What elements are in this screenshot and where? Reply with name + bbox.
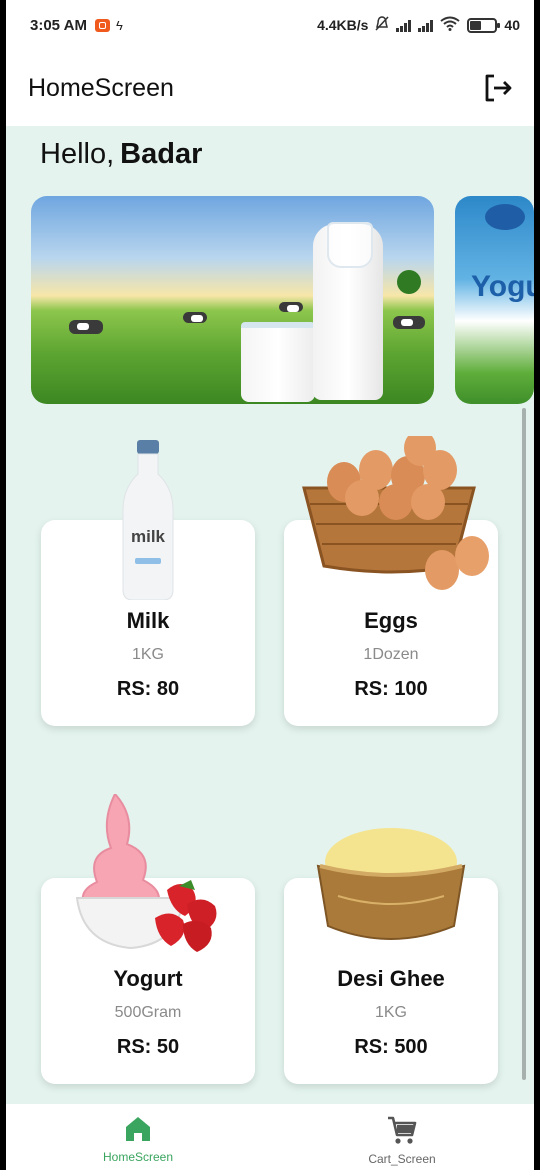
yogurt-banner-text: Yogu: [471, 270, 534, 303]
bottom-nav: HomeScreen Cart_Screen: [6, 1104, 534, 1170]
cow-image: [69, 320, 103, 334]
battery-icon: [467, 17, 501, 33]
yogurt-banner[interactable]: Yogu: [455, 196, 534, 404]
nav-home[interactable]: HomeScreen: [6, 1104, 270, 1170]
product-unit: 1KG: [374, 1004, 407, 1021]
product-name: Eggs: [364, 608, 418, 633]
logout-icon: [485, 74, 512, 102]
greeting-prefix: Hello,: [40, 138, 115, 170]
nav-cart[interactable]: Cart_Screen: [270, 1104, 534, 1170]
product-unit: 500Gram: [114, 1004, 182, 1021]
product-price: RS: 50: [116, 1036, 180, 1058]
status-indicators: 4.4KB/s 40: [317, 16, 520, 34]
product-card-desi-ghee[interactable]: Desi Ghee 1KG RS: 500: [284, 828, 498, 1084]
cow-image: [393, 316, 425, 329]
product-name: Milk: [126, 608, 170, 633]
product-price: RS: 500: [354, 1036, 428, 1058]
status-bar: 3:05 AM ϟ 4.4KB/s 40: [6, 0, 534, 50]
milk-glass-image: [241, 322, 315, 402]
product-card-milk[interactable]: milk Milk 1KG RS: 80: [41, 440, 255, 726]
status-time: 3:05 AM: [30, 16, 87, 34]
page-title: HomeScreen: [28, 73, 174, 102]
product-card-eggs[interactable]: Eggs 1Dozen RS: 100: [284, 436, 498, 726]
signal-icon-2: [418, 19, 434, 32]
scrollbar[interactable]: [522, 408, 526, 1080]
battery-percent: 40: [504, 17, 520, 33]
product-unit: 1KG: [131, 646, 164, 663]
svg-text:milk: milk: [131, 527, 166, 546]
screen-record-icon: [94, 18, 110, 32]
milk-jug-image: [313, 222, 383, 400]
product-price: RS: 100: [354, 678, 428, 700]
signal-icon-1: [396, 19, 412, 32]
yogurt-bowl-image: [75, 794, 217, 952]
nav-home-label: HomeScreen: [102, 1150, 174, 1164]
cow-image: [279, 302, 303, 312]
cart-icon: [388, 1116, 417, 1144]
home-icon: [126, 1117, 150, 1141]
brand-logo: [485, 204, 525, 230]
product-price: RS: 80: [116, 678, 180, 700]
milk-farm-banner[interactable]: [31, 196, 434, 404]
home-screen: 3:05 AM ϟ 4.4KB/s 40 HomeScreen Hello, B…: [6, 0, 534, 1170]
product-card-yogurt[interactable]: Yogurt 500Gram RS: 50: [41, 794, 255, 1084]
ghee-bowl-image: [316, 828, 466, 940]
tree-image: [397, 270, 421, 294]
milk-bottle-image: milk: [122, 440, 174, 600]
product-name: Desi Ghee: [337, 966, 445, 991]
logout-button[interactable]: [480, 70, 516, 106]
mute-bell-icon: [375, 16, 389, 34]
charging-bolt-icon: ϟ: [115, 17, 123, 33]
egg-basket-image: [302, 436, 489, 590]
network-speed: 4.4KB/s: [317, 17, 369, 33]
product-unit: 1Dozen: [363, 646, 419, 663]
app-bar: HomeScreen: [6, 50, 534, 126]
product-name: Yogurt: [113, 966, 183, 991]
wifi-icon: [440, 16, 461, 34]
greeting: Hello, Badar: [40, 138, 202, 171]
cow-image: [183, 312, 207, 323]
nav-cart-label: Cart_Screen: [368, 1152, 436, 1166]
user-name: Badar: [120, 138, 203, 170]
